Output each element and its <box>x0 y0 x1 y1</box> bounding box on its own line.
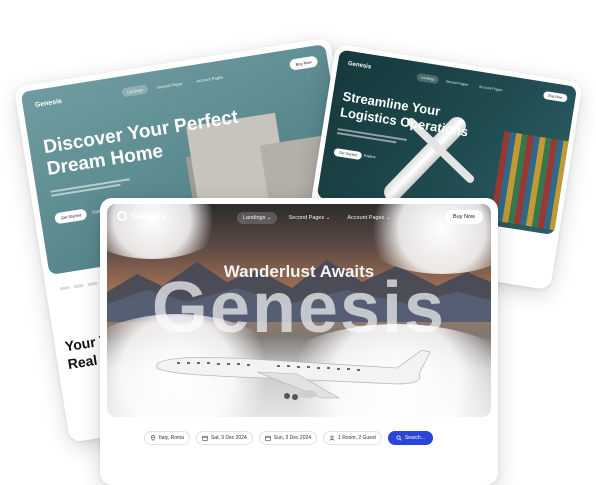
search-button[interactable]: Search... <box>387 431 433 445</box>
checkout-value: Sun, 3 Dec 2024 <box>273 435 312 441</box>
booking-search-bar: Italy, Roma Sat, 3 Dec 2024 Sun, 3 Dec 2… <box>144 429 433 447</box>
buy-now-button[interactable]: Buy Now <box>288 55 319 71</box>
logo-mark-icon <box>117 211 127 221</box>
container-ship-shape <box>490 131 574 232</box>
logo-strip <box>59 281 98 291</box>
calendar-icon <box>265 435 271 441</box>
nav-landings[interactable]: Landings <box>416 72 440 85</box>
user-icon <box>329 435 335 441</box>
search-button-label: Search... <box>404 435 425 441</box>
nav-account-pages[interactable]: Account Pages <box>474 82 506 95</box>
logo-text: Genesis <box>131 211 167 221</box>
hero-description <box>336 128 407 147</box>
checkout-field[interactable]: Sun, 3 Dec 2024 <box>258 431 318 445</box>
guests-value: 1 Room, 2 Guest <box>338 435 376 441</box>
get-started-button[interactable]: Get Started <box>54 208 88 225</box>
search-icon <box>396 435 402 441</box>
nav-menu: Landings ⌄ Second Pages ⌄ Account Pages … <box>237 212 397 224</box>
nav-second-pages[interactable]: Second Pages <box>441 77 473 90</box>
showcase-stage: Genesis Landings Second Pages Account Pa… <box>0 0 596 485</box>
calendar-icon <box>202 435 208 441</box>
guests-field[interactable]: 1 Room, 2 Guest <box>323 431 382 445</box>
nav-menu: Landings Second Pages Account Pages <box>121 72 228 98</box>
travel-hero: Genesis Wanderlust Awaits Genesis Landin… <box>107 204 491 417</box>
nav-second-pages[interactable]: Second Pages <box>151 78 188 93</box>
nav-landings[interactable]: Landings <box>121 84 149 98</box>
logo[interactable]: Genesis <box>117 211 166 221</box>
checkin-field[interactable]: Sat, 3 Dec 2024 <box>195 431 253 445</box>
airplane-icon <box>156 349 431 400</box>
location-pin-icon <box>150 435 156 441</box>
nav-menu: Landings Second Pages Account Pages <box>416 72 507 95</box>
nav-account-pages[interactable]: Account Pages ⌄ <box>341 212 396 224</box>
explore-link[interactable]: Explore <box>364 153 376 159</box>
logo[interactable]: Genesis <box>34 98 62 109</box>
buy-now-button[interactable]: Buy Now <box>542 90 568 103</box>
travel-preview-card[interactable]: Genesis Wanderlust Awaits Genesis Landin… <box>100 198 498 485</box>
nav-second-pages[interactable]: Second Pages ⌄ <box>282 212 336 224</box>
location-field[interactable]: Italy, Roma <box>144 431 190 445</box>
hero-tagline: Wanderlust Awaits <box>223 262 375 281</box>
nav-landings[interactable]: Landings ⌄ <box>237 212 278 224</box>
logo[interactable]: Genesis <box>347 61 371 71</box>
nav-account-pages[interactable]: Account Pages <box>191 72 229 87</box>
checkin-value: Sat, 3 Dec 2024 <box>210 435 247 441</box>
location-value: Italy, Roma <box>159 435 184 441</box>
buy-now-button[interactable]: Buy Now <box>444 210 483 224</box>
get-started-button[interactable]: Get Started <box>333 147 363 161</box>
